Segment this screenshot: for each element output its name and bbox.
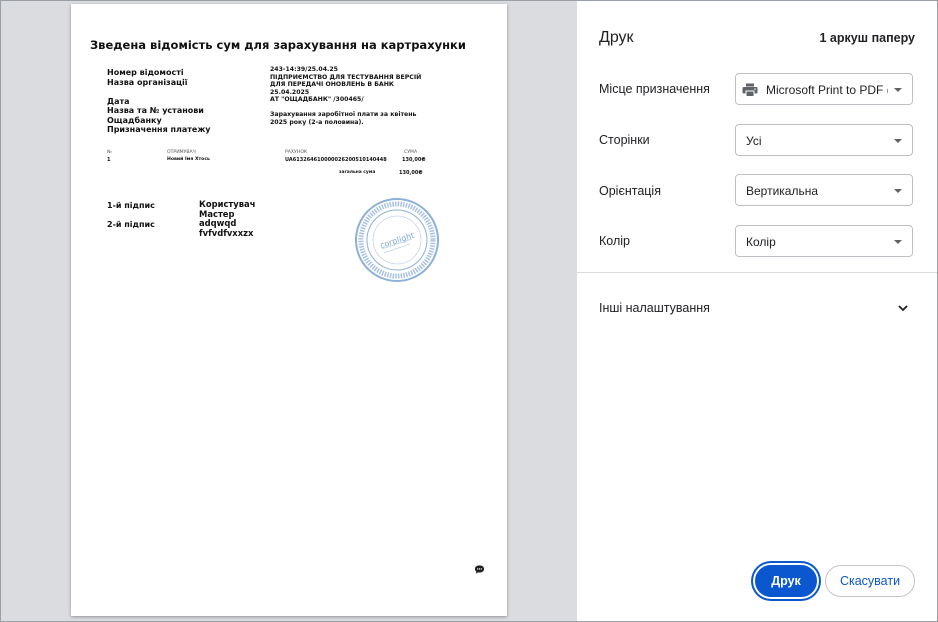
- chevron-down-icon: [894, 139, 902, 143]
- orientation-select[interactable]: Вертикальна: [735, 174, 913, 206]
- chevron-down-icon: [894, 189, 902, 193]
- print-button[interactable]: Друк: [755, 565, 817, 597]
- signature-1-label: 1-й підпис: [107, 201, 155, 210]
- print-preview-area: Зведена відомість сум для зарахування на…: [1, 1, 577, 621]
- divider: [577, 272, 937, 273]
- color-value: Колір: [746, 235, 776, 249]
- stamp-text: corplight: [379, 231, 415, 250]
- label-date: Дата: [107, 96, 130, 106]
- chevron-down-icon: [894, 88, 902, 92]
- total-value: 130,00₴: [399, 170, 423, 176]
- value-number: 243-14:39/25.04.25: [270, 66, 338, 73]
- total-label: загальна сума: [339, 170, 376, 175]
- sheet-count: 1 аркуш паперу: [819, 31, 915, 45]
- color-select[interactable]: Колір: [735, 225, 913, 257]
- orientation-value: Вертикальна: [746, 184, 819, 198]
- color-label: Колір: [599, 234, 630, 248]
- value-org-2: ДЛЯ ПЕРЕДАЧІ ОНОВЛЕНЬ В БАНК: [270, 81, 394, 89]
- cancel-button[interactable]: Скасувати: [825, 565, 915, 597]
- table-cell-account: UA613264610000026200510140448: [285, 157, 387, 163]
- destination-value: Microsoft Print to PDF (e: [766, 83, 888, 97]
- table-header-account: РАХУНОК: [285, 150, 308, 155]
- orientation-label: Орієнтація: [599, 184, 661, 198]
- pages-select[interactable]: Усі: [735, 124, 913, 156]
- value-org-1: ПІДПРИЄМСТВО ДЛЯ ТЕСТУВАННЯ ВЕРСІЙ: [270, 73, 422, 81]
- meta-values: 243-14:39/25.04.25 ПІДПРИЄМСТВО ДЛЯ ТЕСТ…: [270, 66, 430, 126]
- meta-labels: Номер відомості Назва організації Дата Н…: [107, 68, 211, 135]
- label-org: Назва організації: [107, 77, 188, 87]
- signature-2-value: adqwqd fvfvdfvxxzx: [199, 218, 254, 238]
- signature-1-value: Користувач Мастер: [199, 199, 255, 219]
- more-settings-toggle[interactable]: Інші налаштування: [599, 301, 710, 315]
- table-cell-num: 1: [107, 157, 111, 163]
- value-bank: АТ "ОЩАДБАНК" /300465/: [270, 96, 364, 104]
- chevron-down-icon: [894, 240, 902, 244]
- pages-value: Усі: [746, 134, 762, 148]
- pages-label: Сторінки: [599, 133, 650, 147]
- signature-2-line2: fvfvdfvxxzx: [199, 227, 254, 238]
- chat-bubble-icon[interactable]: [474, 564, 485, 575]
- label-spacer: [107, 87, 211, 97]
- label-purpose: Призначення платежу: [107, 125, 211, 134]
- destination-select[interactable]: Microsoft Print to PDF (e: [735, 73, 913, 105]
- print-settings-panel: Друк 1 аркуш паперу Місце призначення Mi…: [577, 1, 937, 621]
- label-number: Номер відомості: [107, 68, 184, 77]
- panel-title: Друк: [599, 29, 634, 46]
- signature-2-label: 2-й підпис: [107, 220, 155, 229]
- preview-page: Зведена відомість сум для зарахування на…: [71, 4, 507, 616]
- label-bank: Назва та № установи: [107, 106, 204, 115]
- stamp-seal: corplight: [355, 198, 439, 282]
- destination-label: Місце призначення: [599, 82, 710, 96]
- expand-chevron-icon[interactable]: [897, 303, 909, 313]
- value-purpose-2: 2025 року (2-а половина).: [270, 118, 364, 126]
- value-purpose-1: Зарахування заробітної плати за квітень: [270, 110, 417, 118]
- table-cell-sum: 130,00₴: [402, 157, 426, 163]
- table-header-num: №: [107, 150, 112, 155]
- value-spacer: [270, 104, 430, 111]
- print-dialog: Зведена відомість сум для зарахування на…: [0, 0, 938, 622]
- value-date: 25.04.2025: [270, 88, 310, 96]
- label-bank-2: Ощадбанку: [107, 115, 162, 125]
- table-cell-recipient: Новий Імя Хтось: [167, 157, 210, 162]
- document-title: Зведена відомість сум для зарахування на…: [90, 38, 466, 52]
- table-header-sum: СУМА: [404, 150, 418, 155]
- printer-icon: [742, 83, 758, 97]
- table-header-recipient: ОТРИМУВАЧ: [167, 150, 196, 155]
